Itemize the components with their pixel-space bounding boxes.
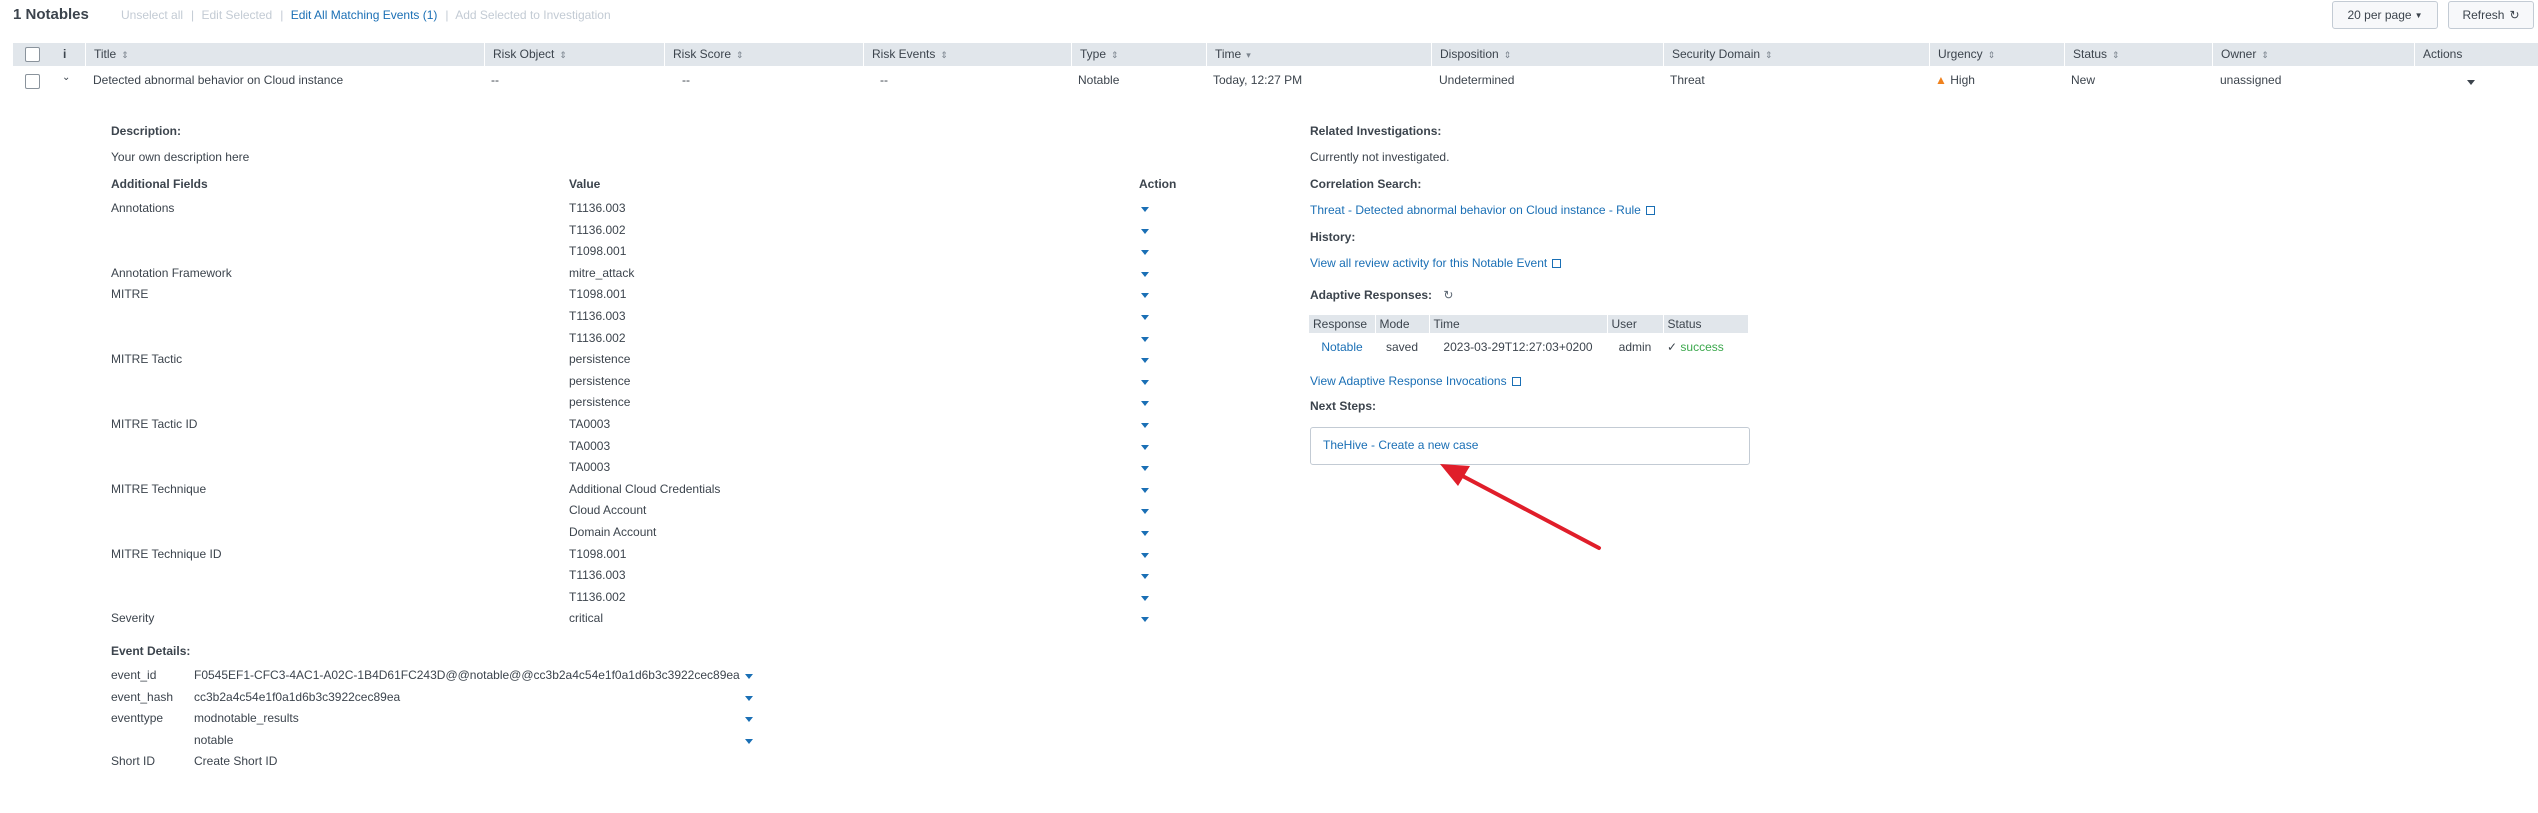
annotation-arrow-icon bbox=[1440, 464, 1601, 550]
